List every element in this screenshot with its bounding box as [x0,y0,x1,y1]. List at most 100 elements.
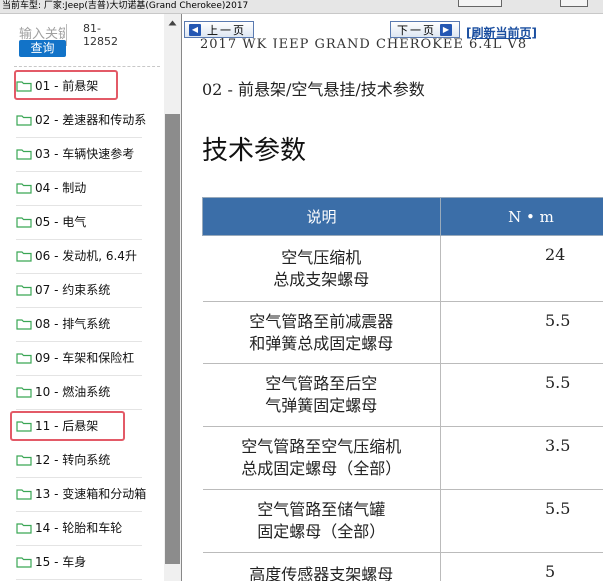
table-header-row: 说明 N • m [202,197,603,236]
section-path: 02 - 前悬架/空气悬挂/技术参数 [202,80,425,99]
page-title: 技术参数 [202,136,307,166]
scroll-thumb[interactable] [165,114,180,564]
tree-item-body[interactable]: 15 - 车身 [16,548,142,580]
top-toolbar-button-2[interactable] [560,0,588,7]
vehicle-label: 当前车型: 厂家:Jeep(吉普)大切诺基(Grand Cherokee)201… [2,1,249,11]
table-cell-value: 5.5 [440,363,603,427]
table-cell-description: 高度传感器支架螺母 [202,552,441,581]
top-toolbar-button-1[interactable] [458,0,502,7]
table-row: 空气管路至前减震器 和弹簧总成固定螺母 5.5 [202,301,603,364]
tree-item-label: 03 - 车辆快速参考 [35,147,135,161]
tree-item-label: 09 - 车架和保险杠 [35,351,135,365]
folder-icon [16,149,32,160]
tree-item-transmission[interactable]: 13 - 变速箱和分动箱 [16,480,147,512]
tree-item-label: 04 - 制动 [35,181,87,195]
description-line: 固定螺母（全部） [257,522,386,541]
next-page-button[interactable]: 下一页 ▶ [390,21,460,38]
tree-item-label: 08 - 排气系统 [35,317,111,331]
refresh-page-link[interactable]: [刷新当前页] [466,24,537,41]
table-cell-description: 空气管路至前减震器 和弹簧总成固定螺母 [202,301,441,364]
tree-item-steering[interactable]: 12 - 转向系统 [16,446,142,478]
tree-item-rear-suspension[interactable]: 11 - 后悬架 [16,412,98,440]
description-line: 总成固定螺母（全部） [241,459,402,478]
table-cell-value: 3.5 [440,426,603,490]
tree-item-label: 05 - 电气 [35,215,87,229]
search-divider [66,24,67,46]
tree-item-frame-bumpers[interactable]: 09 - 车架和保险杠 [16,344,142,376]
folder-icon [16,81,32,92]
description-line: 高度传感器支架螺母 [249,564,394,581]
tree-item-label: 12 - 转向系统 [35,453,111,467]
folder-icon [16,387,32,398]
tree-item-separator [16,545,142,546]
folder-icon [16,455,32,466]
tree-item-fuel[interactable]: 10 - 燃油系统 [16,378,142,410]
tree-item-label: 13 - 变速箱和分动箱 [35,487,147,501]
search-code-line1: 81- [83,22,101,35]
folder-icon [16,285,32,296]
tree-item-exhaust[interactable]: 08 - 排气系统 [16,310,142,342]
folder-icon [16,421,32,432]
table-cell-description: 空气管路至空气压缩机 总成固定螺母（全部） [202,426,441,490]
tree-item-separator [16,579,142,580]
tree-item-label: 02 - 差速器和传动系 [35,113,147,127]
folder-icon [16,523,32,534]
tree-item-tires-wheels[interactable]: 14 - 轮胎和车轮 [16,514,142,546]
tree-item-label: 01 - 前悬架 [35,79,99,93]
tree-item-separator [16,205,142,206]
tree-item-label: 07 - 约束系统 [35,283,111,297]
table-header-description: 说明 [202,197,441,236]
description-line: 气弹簧固定螺母 [265,396,378,415]
description-line: 空气管路至储气罐 [257,500,386,519]
tree-item-electrical[interactable]: 05 - 电气 [16,208,142,240]
tree-item-quick-reference[interactable]: 03 - 车辆快速参考 [16,140,142,172]
tree-item-separator [16,137,142,138]
folder-icon [16,489,32,500]
tree-item-separator [16,239,142,240]
search-area: 81- 12852 查询 [0,14,164,66]
tree-item-label: 15 - 车身 [35,555,87,569]
table-cell-description: 空气管路至储气罐 固定螺母（全部） [202,489,441,553]
table-cell-value: 5.5 [440,301,603,364]
table-cell-value: 24 [440,235,603,302]
sidebar: 81- 12852 查询 01 - 前悬架 02 - 差速器和传动系 03 - … [0,14,164,581]
arrow-left-icon: ◀ [189,23,201,36]
tree-item-differential[interactable]: 02 - 差速器和传动系 [16,106,147,138]
query-button[interactable]: 查询 [19,40,66,57]
table-header-torque: N • m [440,197,603,236]
tree-item-separator [16,409,142,410]
tree-item-separator [16,375,142,376]
tree-item-brakes[interactable]: 04 - 制动 [16,174,142,206]
arrow-right-icon: ▶ [440,23,452,36]
app-window: 当前车型: 厂家:Jeep(吉普)大切诺基(Grand Cherokee)201… [0,0,603,581]
table-row: 空气压缩机 总成支架螺母 24 [202,235,603,302]
page-navigation: ◀ 上一页 下一页 ▶ [刷新当前页] [182,14,603,48]
tree-item-front-suspension[interactable]: 01 - 前悬架 [16,72,98,100]
table-row: 空气管路至空气压缩机 总成固定螺母（全部） 3.5 [202,426,603,490]
folder-icon [16,319,32,330]
sidebar-scrollbar[interactable] [164,14,181,581]
folder-icon [16,217,32,228]
search-code: 81- 12852 [83,22,118,48]
tree-item-separator [16,511,142,512]
folder-icon [16,183,32,194]
table-row: 空气管路至后空 气弹簧固定螺母 5.5 [202,363,603,427]
prev-page-button[interactable]: ◀ 上一页 [184,21,254,38]
vehicle-bar: 当前车型: 厂家:Jeep(吉普)大切诺基(Grand Cherokee)201… [0,0,603,14]
table-cell-value: 5.5 [440,489,603,553]
description-line: 总成支架螺母 [273,269,370,289]
tree-item-engine[interactable]: 06 - 发动机, 6.4升 [16,242,142,274]
tree-item-label: 11 - 后悬架 [35,419,99,433]
scroll-up-button[interactable] [164,14,181,31]
sidebar-divider [14,66,160,67]
tree-item-separator [16,171,142,172]
description-line: 空气管路至前减震器 [249,311,394,331]
table-row: 空气管路至储气罐 固定螺母（全部） 5.5 [202,489,603,553]
tree-item-restraints[interactable]: 07 - 约束系统 [16,276,142,308]
spec-table: 说明 N • m 空气压缩机 总成支架螺母 24 空气管路至前减震器 和弹簧总成… [202,197,603,581]
table-cell-description: 空气管路至后空 气弹簧固定螺母 [202,363,441,427]
content-pane: 2017 WK JEEP GRAND CHEROKEE 6.4L V8 ◀ 上一… [181,14,603,581]
tree-item-label: 14 - 轮胎和车轮 [35,521,123,535]
folder-icon [16,251,32,262]
tree-item-label: 06 - 发动机, 6.4升 [35,249,137,263]
